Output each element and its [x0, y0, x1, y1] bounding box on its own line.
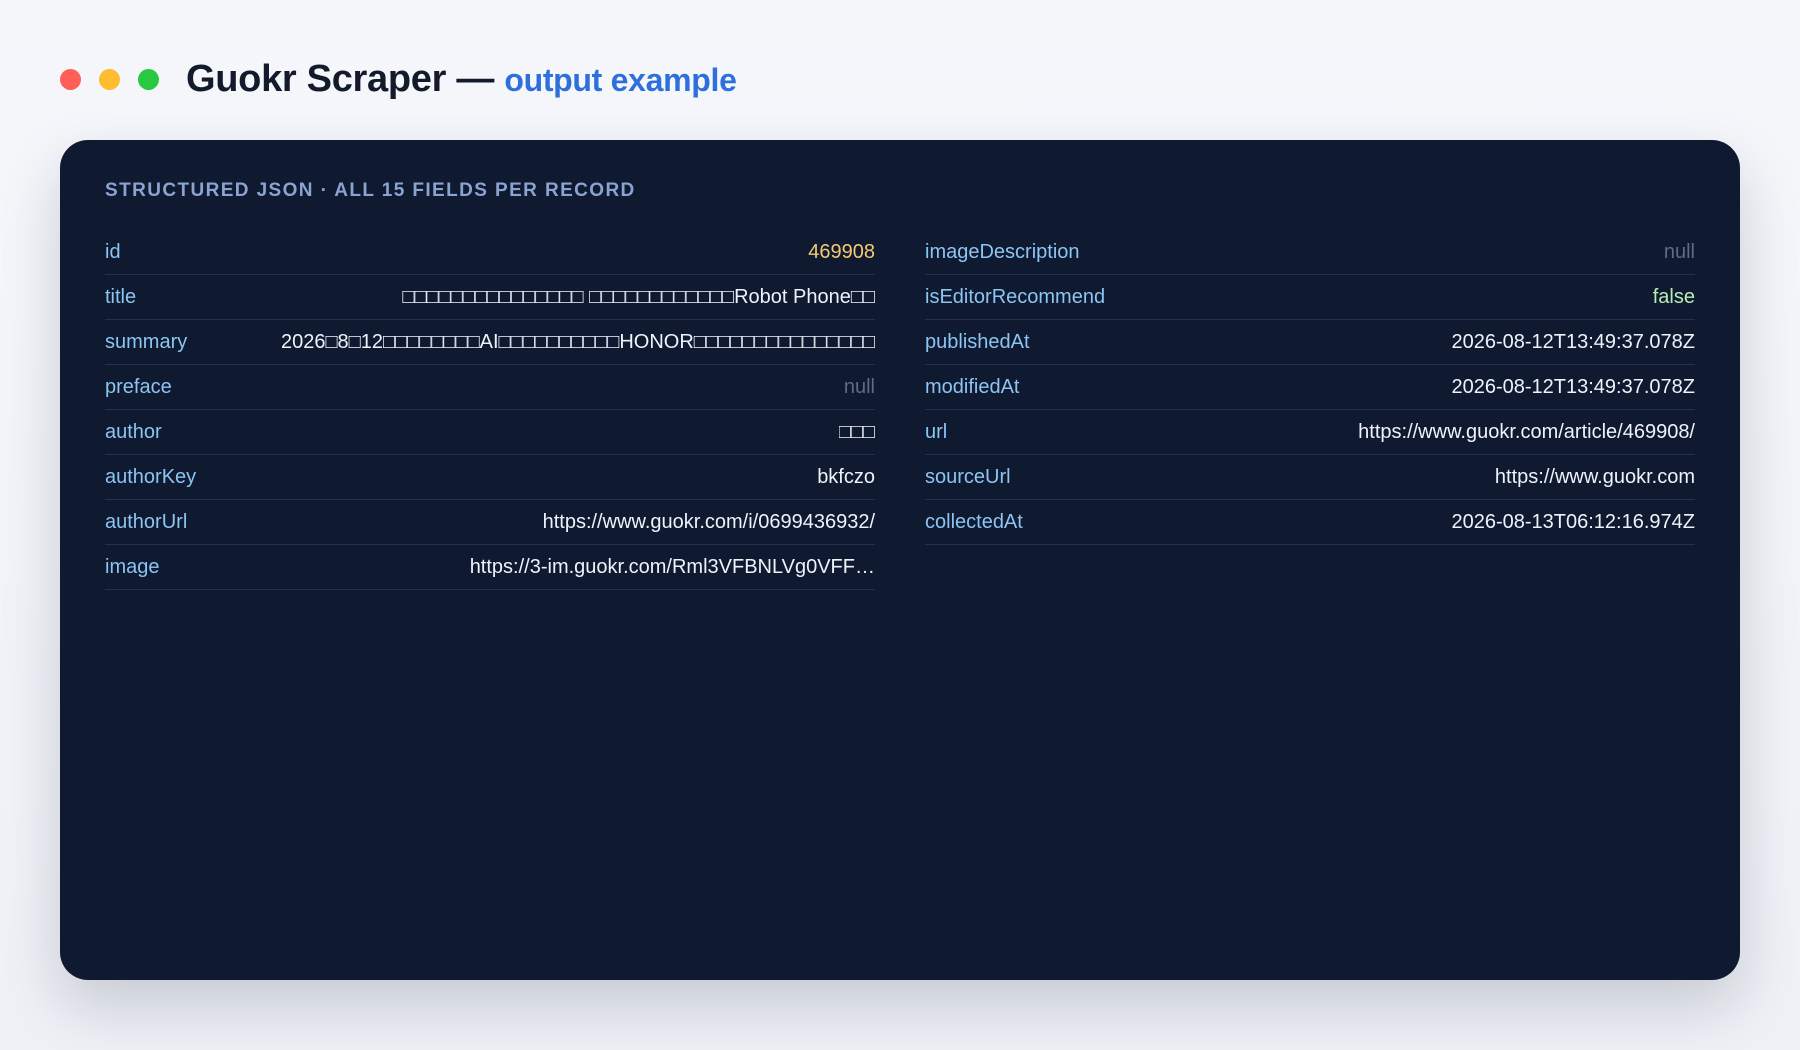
app-title-subtitle: output example — [504, 62, 737, 98]
field-value: bkfczo — [817, 465, 875, 488]
field-key: publishedAt — [925, 330, 1030, 353]
field-key: modifiedAt — [925, 375, 1020, 398]
field-row-author: author □□□ — [105, 410, 875, 455]
field-row-title: title □□□□□□□□□□□□□□□ □□□□□□□□□□□□Robot P… — [105, 275, 875, 320]
field-value: □□□ — [838, 420, 875, 443]
field-key: sourceUrl — [925, 465, 1011, 488]
field-key: imageDescription — [925, 240, 1080, 263]
field-row-isEditorRecommend: isEditorRecommend false — [925, 275, 1695, 320]
field-key: image — [105, 555, 160, 578]
field-row-image: image https://3-im.guokr.com/Rml3VFBNLVg0… — [105, 545, 875, 590]
field-row-publishedAt: publishedAt 2026-08-12T13:49:37.078Z — [925, 320, 1695, 365]
field-key: title — [105, 285, 137, 308]
field-key: authorUrl — [105, 510, 188, 533]
field-value: 2026□8□12□□□□□□□□AI□□□□□□□□□□HONOR□□□□□□… — [280, 330, 875, 353]
field-value: false — [1652, 285, 1695, 308]
field-row-url: url https://www.guokr.com/article/469908/ — [925, 410, 1695, 455]
panel-caption: STRUCTURED JSON · ALL 15 FIELDS PER RECO… — [105, 180, 636, 201]
field-value: □□□□□□□□□□□□□□□ □□□□□□□□□□□□Robot Phone□… — [402, 285, 875, 308]
field-key: collectedAt — [925, 510, 1023, 533]
field-value: https://3-im.guokr.com/Rml3VFBNLVg0VFF… — [469, 555, 875, 578]
field-key: preface — [105, 375, 172, 398]
field-row-id: id 469908 — [105, 230, 875, 275]
field-value: https://www.guokr.com/article/469908/ — [1358, 420, 1695, 443]
field-key: authorKey — [105, 465, 197, 488]
field-key: author — [105, 420, 162, 443]
field-row-collectedAt: collectedAt 2026-08-13T06:12:16.974Z — [925, 500, 1695, 545]
field-key: isEditorRecommend — [925, 285, 1106, 308]
json-panel: STRUCTURED JSON · ALL 15 FIELDS PER RECO… — [60, 140, 1740, 980]
app-title-main: Guokr Scraper — — [186, 58, 495, 100]
window-header: Guokr Scraper — output example — [60, 58, 737, 101]
field-value: 2026-08-12T13:49:37.078Z — [1451, 330, 1695, 353]
field-value: 469908 — [808, 240, 875, 263]
field-value: https://www.guokr.com — [1494, 465, 1695, 488]
field-key: id — [105, 240, 121, 263]
fields-column-left: id 469908 title □□□□□□□□□□□□□□□ □□□□□□□□□□□… — [105, 230, 875, 590]
field-row-authorUrl: authorUrl https://www.guokr.com/i/0699436… — [105, 500, 875, 545]
field-value: 2026-08-13T06:12:16.974Z — [1451, 510, 1695, 533]
field-value: null — [843, 375, 875, 398]
close-window-dot[interactable] — [60, 69, 81, 90]
fields-column-right: imageDescription null isEditorRecommend fal… — [925, 230, 1695, 545]
field-value: null — [1663, 240, 1695, 263]
app-title: Guokr Scraper — output example — [186, 58, 737, 101]
field-row-sourceUrl: sourceUrl https://www.guokr.com — [925, 455, 1695, 500]
field-row-summary: summary 2026□8□12□□□□□□□□AI□□□□□□□□□□HONO… — [105, 320, 875, 365]
field-key: summary — [105, 330, 188, 353]
maximize-window-dot[interactable] — [138, 69, 159, 90]
field-row-imageDescription: imageDescription null — [925, 230, 1695, 275]
field-value: https://www.guokr.com/i/0699436932/ — [542, 510, 875, 533]
field-key: url — [925, 420, 948, 443]
minimize-window-dot[interactable] — [99, 69, 120, 90]
field-row-authorKey: authorKey bkfczo — [105, 455, 875, 500]
field-row-modifiedAt: modifiedAt 2026-08-12T13:49:37.078Z — [925, 365, 1695, 410]
field-value: 2026-08-12T13:49:37.078Z — [1451, 375, 1695, 398]
field-row-preface: preface null — [105, 365, 875, 410]
